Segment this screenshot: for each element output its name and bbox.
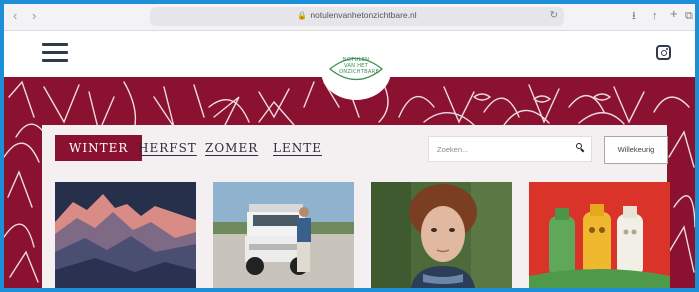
- logo-text: NOTULEN VAN HET ONZICHTBARE: [339, 57, 379, 75]
- random-button[interactable]: Willekeurig: [604, 136, 668, 164]
- menu-icon[interactable]: [42, 43, 68, 63]
- card-mountain-illustration[interactable]: [55, 182, 196, 288]
- url-text: notulenvanhetonzichtbare.nl: [310, 10, 417, 20]
- content-panel: WINTER HERFST ZOMER LENTE Willekeurig: [42, 125, 670, 288]
- jeep-image: [213, 182, 354, 288]
- tab-herfst[interactable]: HERFST: [138, 135, 197, 161]
- download-icon[interactable]: ⭳: [632, 9, 636, 23]
- browser-window: ‹ › ◎ 🔒notulenvanhetonzichtbare.nl ↻ ⭳ ↑…: [4, 4, 695, 288]
- instagram-icon[interactable]: [656, 45, 671, 60]
- lock-icon: 🔒: [297, 11, 308, 20]
- address-bar[interactable]: 🔒 notulenvanhetonzichtbare.nl ↻: [150, 7, 564, 26]
- tab-winter[interactable]: WINTER: [55, 135, 143, 161]
- browser-toolbar: ‹ › ◎ 🔒notulenvanhetonzichtbare.nl ↻ ⭳ ↑…: [4, 4, 695, 31]
- search-box: [428, 136, 592, 162]
- new-tab-icon[interactable]: +: [670, 7, 678, 21]
- tab-lente[interactable]: LENTE: [273, 135, 322, 161]
- tab-zomer[interactable]: ZOMER: [205, 135, 258, 161]
- card-portrait-photo[interactable]: [371, 182, 512, 288]
- tabs-overview-icon[interactable]: ⧉: [685, 9, 693, 23]
- card-jeep-photo[interactable]: [213, 182, 354, 288]
- card-hot-water-bottles-photo[interactable]: [529, 182, 670, 288]
- chevron-right-icon[interactable]: ›: [32, 9, 36, 23]
- portrait-image: [371, 182, 512, 288]
- reload-icon[interactable]: ↻: [550, 9, 558, 23]
- mountain-image: [55, 182, 196, 288]
- search-input[interactable]: [429, 137, 567, 161]
- site-logo[interactable]: NOTULEN VAN HET ONZICHTBARE: [321, 42, 391, 100]
- search-icon[interactable]: [576, 143, 584, 151]
- hot-water-bottles-image: [529, 182, 670, 288]
- share-icon[interactable]: ↑: [652, 9, 658, 23]
- chevron-left-icon[interactable]: ‹: [13, 9, 17, 23]
